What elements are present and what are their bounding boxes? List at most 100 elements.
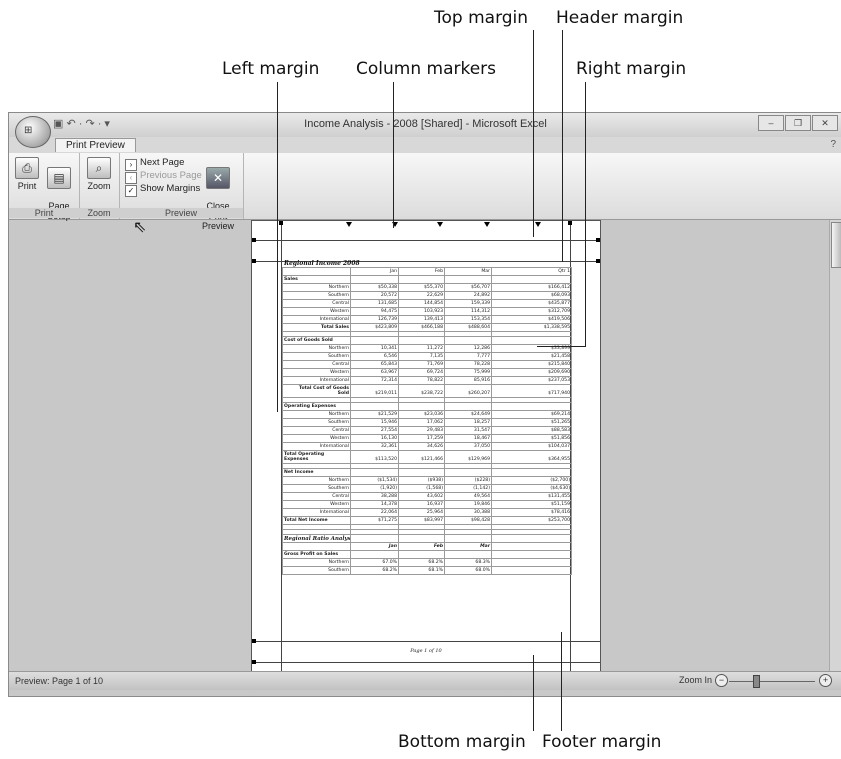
- top-margin-handle-right[interactable]: [596, 259, 600, 263]
- value-cell: 19,846: [444, 500, 492, 509]
- value-cell: 68.1%: [398, 566, 445, 575]
- table-row: Total Sales $423,809 $466,188 $488,604 $1,33…: [282, 323, 572, 332]
- table-row: Northern $21,529 $23,036 $24,649 $69,214: [282, 410, 572, 419]
- table-row: Southern 68.2% 68.1% 68.0%: [282, 566, 572, 575]
- bottom-margin-callout: Bottom margin: [398, 732, 526, 752]
- table-cell: [444, 468, 492, 477]
- header-cell: Qtr 1: [491, 267, 572, 276]
- value-cell: 75,999: [444, 368, 492, 377]
- value-cell: Feb: [398, 542, 445, 551]
- footer-margin-callout: Footer margin: [542, 732, 662, 752]
- table-cell: [398, 402, 445, 411]
- table-row: Northern ($1,534) ($938) ($228) ($2,700): [282, 476, 572, 485]
- row-label: International: [282, 442, 351, 451]
- value-cell: 7,777: [444, 352, 492, 361]
- table-row: Northern 67.0% 68.2% 68.3%: [282, 558, 572, 567]
- table-row: Western 14,378 16,937 19,846 $51,159: [282, 500, 572, 509]
- row-label: Western: [282, 434, 351, 443]
- table-cell: [491, 275, 572, 284]
- value-cell: 25,964: [398, 508, 445, 517]
- show-margins-checkbox[interactable]: ✓ Show Margins: [125, 183, 200, 197]
- table-cell: [350, 550, 399, 559]
- header-margin-handle[interactable]: [252, 238, 256, 242]
- left-margin-handle[interactable]: [279, 221, 283, 225]
- value-cell: [491, 558, 572, 567]
- table-row: Southern 15,946 17,062 18,257 $51,265: [282, 418, 572, 427]
- table-cell: [398, 336, 445, 345]
- column-marker[interactable]: [346, 222, 352, 227]
- header-margin-handle-right[interactable]: [596, 238, 600, 242]
- group-print-label: Print: [9, 208, 79, 218]
- table-row: Central 131,685 144,854 159,339 $435,877: [282, 299, 572, 308]
- value-cell: $419,506: [491, 315, 572, 324]
- office-button[interactable]: ⊞: [15, 116, 51, 148]
- column-marker[interactable]: [535, 222, 541, 227]
- value-cell: $423,809: [350, 323, 399, 332]
- value-cell: 30,388: [444, 508, 492, 517]
- table-row: Western 16,130 17,259 18,467 $51,856: [282, 434, 572, 443]
- value-cell: 17,062: [398, 418, 445, 427]
- right-margin-leader-horizontal: [537, 346, 586, 347]
- zoom-in-label[interactable]: Zoom In: [679, 675, 712, 685]
- zoom-slider-thumb[interactable]: [753, 675, 760, 688]
- value-cell: 16,937: [398, 500, 445, 509]
- value-cell: $56,707: [444, 283, 492, 292]
- zoom-button[interactable]: ⌕ Zoom: [85, 157, 113, 191]
- table-row: Western 94,475 103,923 114,312 $312,709: [282, 307, 572, 316]
- page-footer: Page 1 of 10: [410, 648, 442, 654]
- table-row: Net Income: [282, 468, 572, 477]
- value-cell: $104,037: [491, 442, 572, 451]
- printer-icon: ⎙: [15, 157, 39, 179]
- value-cell: 29,483: [398, 426, 445, 435]
- header-margin-line[interactable]: [252, 240, 600, 241]
- restore-icon[interactable]: ❐: [785, 115, 811, 131]
- previous-page-button[interactable]: ‹ Previous Page: [125, 170, 202, 184]
- zoom-slider[interactable]: [729, 681, 815, 682]
- row-label: Total Operating Expenses: [282, 450, 351, 464]
- print-button[interactable]: ⎙ Print: [13, 157, 41, 191]
- footer-margin-handle[interactable]: [252, 660, 256, 664]
- column-marker[interactable]: [484, 222, 490, 227]
- close-icon[interactable]: ✕: [812, 115, 838, 131]
- value-cell: 11,272: [398, 344, 445, 353]
- value-cell: 139,413: [398, 315, 445, 324]
- minimize-icon[interactable]: ‒: [758, 115, 784, 131]
- value-cell: 14,378: [350, 500, 399, 509]
- row-label: Total Sales: [282, 323, 351, 332]
- bottom-margin-line[interactable]: [252, 641, 600, 642]
- row-label: Central: [282, 299, 351, 308]
- zoom-in-icon[interactable]: +: [819, 674, 832, 687]
- next-page-button[interactable]: › Next Page: [125, 157, 184, 171]
- value-cell: $364,955: [491, 450, 572, 464]
- value-cell: $717,940: [491, 384, 572, 398]
- row-label: Western: [282, 307, 351, 316]
- table-cell: [398, 275, 445, 284]
- column-marker[interactable]: [437, 222, 443, 227]
- header-margin-callout: Header margin: [556, 8, 684, 28]
- vertical-scrollbar[interactable]: [829, 220, 841, 671]
- row-label: Northern: [282, 283, 351, 292]
- top-margin-handle[interactable]: [252, 259, 256, 263]
- value-cell: $488,604: [444, 323, 492, 332]
- value-cell: $83,997: [398, 516, 445, 525]
- footer-margin-line[interactable]: [252, 662, 600, 663]
- bottom-margin-handle[interactable]: [252, 639, 256, 643]
- footer-margin-leader: [561, 632, 562, 731]
- table-cell: [350, 402, 399, 411]
- value-cell: 114,312: [444, 307, 492, 316]
- group-zoom: ⌕ Zoom Zoom: [79, 153, 120, 219]
- right-margin-handle[interactable]: [568, 221, 572, 225]
- tab-print-preview[interactable]: Print Preview: [55, 138, 136, 152]
- value-cell: $1,338,595: [491, 323, 572, 332]
- value-cell: 22,064: [350, 508, 399, 517]
- help-icon[interactable]: ?: [830, 139, 836, 150]
- scrollbar-thumb[interactable]: [831, 222, 841, 268]
- group-preview: › Next Page ‹ Previous Page ✓ Show Margins …: [119, 153, 244, 231]
- window-title: Income Analysis - 2008 [Shared] - Micros…: [304, 118, 547, 130]
- table-row: Operating Expenses: [282, 402, 572, 411]
- table-cell: [444, 336, 492, 345]
- close-print-preview-button[interactable]: ✕ Close Print Preview: [197, 157, 239, 231]
- value-cell: $78,416: [491, 508, 572, 517]
- table-cell: [444, 402, 492, 411]
- zoom-out-icon[interactable]: −: [715, 674, 728, 687]
